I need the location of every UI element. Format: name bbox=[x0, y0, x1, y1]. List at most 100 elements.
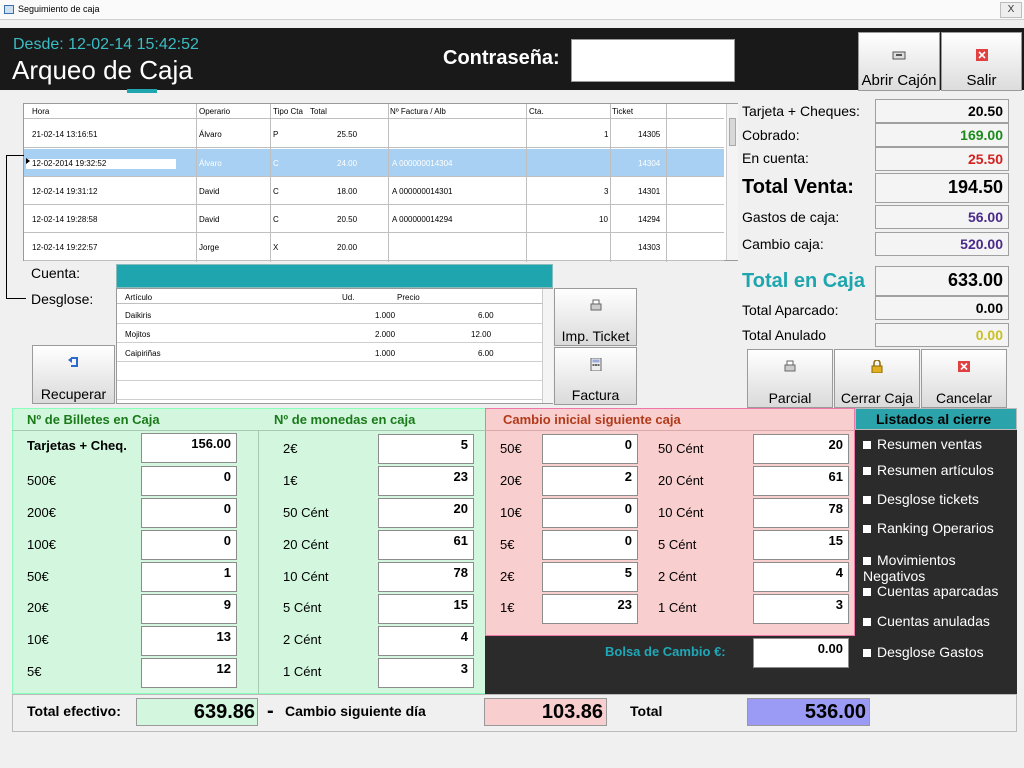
cambio-input-10c[interactable]: 78 bbox=[753, 498, 849, 528]
cambio-input-50e[interactable]: 0 bbox=[542, 434, 638, 464]
cambio-input-1e[interactable]: 23 bbox=[542, 594, 638, 624]
table-row[interactable]: 12-02-14 19:22:57 Jorge X 20.00 14303 bbox=[24, 233, 724, 261]
cambio-input-2c[interactable]: 4 bbox=[753, 562, 849, 592]
bolsa-input[interactable]: 0.00 bbox=[753, 638, 849, 668]
recuperar-button[interactable]: Recuperar bbox=[32, 345, 115, 404]
checkbox[interactable] bbox=[863, 557, 871, 566]
moneda-input-50c[interactable]: 20 bbox=[378, 498, 474, 528]
billete-input-100[interactable]: 0 bbox=[141, 530, 237, 560]
cell-cta: 10 bbox=[599, 215, 608, 224]
checkbox[interactable] bbox=[863, 467, 871, 476]
cell-factura: A 000000014294 bbox=[392, 215, 453, 224]
cell-cta: 3 bbox=[604, 187, 609, 196]
table-row[interactable]: 12-02-14 19:31:12 David C 18.00 A 000000… bbox=[24, 177, 724, 205]
panel-divider bbox=[258, 430, 259, 694]
billete-input-20[interactable]: 9 bbox=[141, 594, 237, 624]
printer-icon bbox=[784, 360, 796, 372]
listado-label: Resumen artículos bbox=[877, 462, 994, 478]
item-qty: 1.000 bbox=[375, 349, 396, 358]
cerrar-caja-button[interactable]: Cerrar Caja bbox=[834, 349, 920, 408]
item-name: Daikiris bbox=[125, 311, 152, 320]
billete-input-tarjetas[interactable]: 156.00 bbox=[141, 433, 237, 463]
moneda-input-2c[interactable]: 4 bbox=[378, 626, 474, 656]
cambio-input-50c[interactable]: 20 bbox=[753, 434, 849, 464]
tickets-header: Hora Operario Tipo Cta Total Nº Factura … bbox=[24, 104, 724, 119]
billete-input-5[interactable]: 12 bbox=[141, 658, 237, 688]
billete-input-500[interactable]: 0 bbox=[141, 466, 237, 496]
listado-cuentas-aparcadas[interactable]: Cuentas aparcadas bbox=[863, 583, 998, 599]
list-item[interactable]: Mojitos 2.000 12.00 bbox=[117, 324, 542, 343]
listado-desglose-gastos[interactable]: Desglose Gastos bbox=[863, 644, 984, 660]
col-factura: Nº Factura / Alb bbox=[390, 107, 446, 116]
checkbox[interactable] bbox=[863, 618, 871, 627]
moneda-input-5c[interactable]: 15 bbox=[378, 594, 474, 624]
parcial-button[interactable]: Parcial bbox=[747, 349, 833, 408]
cambio-input-5e[interactable]: 0 bbox=[542, 530, 638, 560]
cell-hora: 12-02-2014 19:32:52 bbox=[32, 159, 107, 168]
cell-operario: David bbox=[199, 215, 220, 224]
billete-input-200[interactable]: 0 bbox=[141, 498, 237, 528]
cambio-label-5e: 5€ bbox=[500, 537, 515, 552]
listado-label: Desglose tickets bbox=[877, 491, 979, 507]
total-venta-value: 194.50 bbox=[875, 173, 1009, 203]
list-item[interactable]: Caipiriñas 1.000 6.00 bbox=[117, 343, 542, 362]
password-input[interactable] bbox=[571, 39, 735, 82]
en-cuenta-label: En cuenta: bbox=[742, 150, 809, 166]
cambio-input-2e[interactable]: 5 bbox=[542, 562, 638, 592]
cuenta-label: Cuenta: bbox=[31, 265, 81, 281]
window-close-button[interactable]: X bbox=[1000, 2, 1022, 18]
item-name: Caipiriñas bbox=[125, 349, 161, 358]
checkbox[interactable] bbox=[863, 496, 871, 505]
list-item[interactable]: Daikiris 1.000 6.00 bbox=[117, 305, 542, 324]
listado-desglose-tickets[interactable]: Desglose tickets bbox=[863, 491, 979, 507]
billete-input-10[interactable]: 13 bbox=[141, 626, 237, 656]
listado-cuentas-anuladas[interactable]: Cuentas anuladas bbox=[863, 613, 990, 629]
table-row[interactable]: 12-02-14 19:28:58 David C 20.50 A 000000… bbox=[24, 205, 724, 233]
moneda-input-10c[interactable]: 78 bbox=[378, 562, 474, 592]
undo-icon bbox=[67, 357, 78, 367]
listado-label: Desglose Gastos bbox=[877, 644, 984, 660]
row-pointer-icon bbox=[26, 158, 30, 164]
cambio-input-20e[interactable]: 2 bbox=[542, 466, 638, 496]
col-hora: Hora bbox=[32, 107, 50, 116]
checkbox[interactable] bbox=[863, 525, 871, 534]
cancelar-button[interactable]: Cancelar bbox=[921, 349, 1007, 408]
listado-movimientos-negativos[interactable]: Movimientos Negativos bbox=[863, 552, 1017, 584]
cuenta-field[interactable] bbox=[116, 264, 553, 288]
checkbox[interactable] bbox=[863, 649, 871, 658]
listado-label: Cuentas aparcadas bbox=[877, 583, 999, 599]
cambio-inicial-title: Cambio inicial siguiente caja bbox=[503, 412, 681, 427]
col-cta: Cta. bbox=[529, 107, 544, 116]
abrir-cajon-button[interactable]: Abrir Cajón bbox=[858, 32, 940, 91]
billete-input-50[interactable]: 1 bbox=[141, 562, 237, 592]
recuperar-label: Recuperar bbox=[40, 386, 107, 402]
salir-button[interactable]: Salir bbox=[941, 32, 1022, 91]
moneda-input-20c[interactable]: 61 bbox=[378, 530, 474, 560]
moneda-input-2e[interactable]: 5 bbox=[378, 434, 474, 464]
cell-ticket: 14305 bbox=[638, 130, 661, 139]
moneda-label-2e: 2€ bbox=[283, 441, 298, 456]
factura-button[interactable]: Factura bbox=[554, 347, 637, 405]
cell-cta: 1 bbox=[604, 130, 609, 139]
anulado-label: Total Anulado bbox=[742, 327, 827, 343]
moneda-input-1e[interactable]: 23 bbox=[378, 466, 474, 496]
table-row-selected[interactable]: 12-02-2014 19:32:52 Álvaro C 24.00 A 000… bbox=[24, 149, 724, 177]
desglose-scrollbar[interactable] bbox=[542, 289, 553, 403]
table-row[interactable]: 21-02-14 13:16:51 Álvaro P 25.50 1 14305 bbox=[24, 120, 724, 148]
cambio-input-5c[interactable]: 15 bbox=[753, 530, 849, 560]
cambio-input-1c[interactable]: 3 bbox=[753, 594, 849, 624]
listado-resumen-articulos[interactable]: Resumen artículos bbox=[863, 462, 994, 478]
listado-ranking-operarios[interactable]: Ranking Operarios bbox=[863, 520, 994, 536]
cambio-input-20c[interactable]: 61 bbox=[753, 466, 849, 496]
app-icon bbox=[4, 5, 14, 14]
checkbox[interactable] bbox=[863, 588, 871, 597]
close-icon bbox=[958, 361, 970, 372]
listado-resumen-ventas[interactable]: Resumen ventas bbox=[863, 436, 982, 452]
imp-ticket-button[interactable]: Imp. Ticket bbox=[554, 288, 637, 346]
total-label: Total bbox=[630, 703, 663, 719]
moneda-input-1c[interactable]: 3 bbox=[378, 658, 474, 688]
cambio-label-50e: 50€ bbox=[500, 441, 522, 456]
checkbox[interactable] bbox=[863, 441, 871, 450]
salir-label: Salir bbox=[966, 72, 997, 89]
cambio-input-10e[interactable]: 0 bbox=[542, 498, 638, 528]
